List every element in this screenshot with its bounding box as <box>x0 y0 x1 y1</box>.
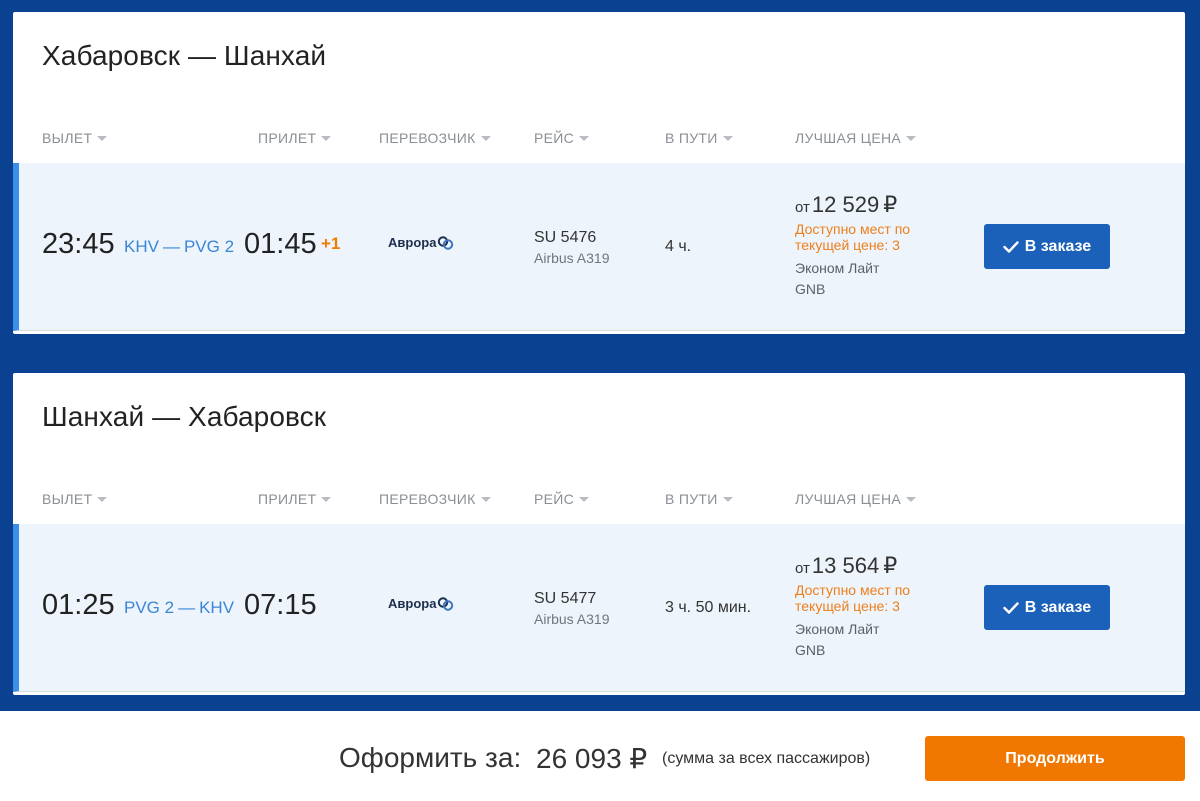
to-airport: PVG 2 <box>183 237 235 256</box>
flight-duration: 4 ч. <box>665 238 692 255</box>
sort-departure[interactable]: ВЫЛЕТ <box>42 130 108 146</box>
sort-flight[interactable]: РЕЙС <box>534 491 590 507</box>
column-label: ЛУЧШАЯ ЦЕНА <box>795 130 902 146</box>
column-label: ВЫЛЕТ <box>42 491 93 507</box>
sort-best-price[interactable]: ЛУЧШАЯ ЦЕНА <box>795 130 917 146</box>
arrival-time: 01:45 <box>244 228 317 260</box>
column-label: ЛУЧШАЯ ЦЕНА <box>795 491 902 507</box>
caret-down-icon <box>480 135 491 141</box>
column-label: РЕЙС <box>534 491 575 507</box>
sort-best-price[interactable]: ЛУЧШАЯ ЦЕНА <box>795 491 917 507</box>
in-order-label: В заказе <box>1024 237 1092 255</box>
departure-time: 01:25 <box>42 589 115 621</box>
flight-duration: 3 ч. 50 мин. <box>665 599 752 616</box>
sort-arrival[interactable]: ПРИЛЕТ <box>258 130 332 146</box>
segment-card-outbound: Хабаровск — Шанхай ВЫЛЕТ ПРИЛЕТ ПЕРЕВОЗЧ… <box>13 12 1185 334</box>
caret-down-icon <box>97 135 108 141</box>
caret-down-icon <box>722 135 733 141</box>
availability-note: Доступно мест по текущей цене: 3 <box>795 582 911 614</box>
availability-note: Доступно мест по текущей цене: 3 <box>795 221 911 253</box>
flight-row[interactable]: 23:45 KHV — PVG 2 01:45 +1 Аврора SU 5476 … <box>13 163 1185 331</box>
price-value: 12 529 <box>811 192 880 217</box>
airline-name: Аврора <box>388 596 437 611</box>
ruble-icon: ₽ <box>883 192 898 217</box>
total-note: (сумма за всех пассажиров) <box>662 750 871 767</box>
total-label: Оформить за: <box>339 742 522 773</box>
aurora-logo-icon <box>438 235 454 250</box>
fare-class: Эконом Лайт <box>795 260 880 276</box>
caret-down-icon <box>321 496 332 502</box>
sort-carrier[interactable]: ПЕРЕВОЗЧИК <box>379 130 491 146</box>
flight-row[interactable]: 01:25 PVG 2— KHV 07:15 Аврора SU 5477 Air… <box>13 524 1185 692</box>
price-line: от13 564 ₽ <box>795 553 965 579</box>
arrival-time: 07:15 <box>244 589 317 621</box>
column-label: В ПУТИ <box>665 491 718 507</box>
caret-down-icon <box>579 135 590 141</box>
column-label: ПРИЛЕТ <box>258 130 317 146</box>
column-label: ПЕРЕВОЗЧИК <box>379 491 476 507</box>
price-block: от13 564 ₽ Доступно мест по текущей цене:… <box>795 553 965 661</box>
price-block: от12 529 ₽ Доступно мест по текущей цене:… <box>795 192 965 300</box>
caret-down-icon <box>906 496 917 502</box>
route-airports: PVG 2— KHV <box>124 598 234 618</box>
sort-arrival[interactable]: ПРИЛЕТ <box>258 491 332 507</box>
caret-down-icon <box>321 135 332 141</box>
price-value: 13 564 <box>811 553 880 578</box>
route-dash: — <box>178 598 196 617</box>
route-airports: KHV — PVG 2 <box>124 237 234 257</box>
caret-down-icon <box>97 496 108 502</box>
ruble-icon: ₽ <box>883 553 898 578</box>
route-dash: — <box>162 237 180 256</box>
in-order-button[interactable]: В заказе <box>984 585 1110 630</box>
sort-departure[interactable]: ВЫЛЕТ <box>42 491 108 507</box>
aircraft-type: Airbus A319 <box>534 250 610 266</box>
aircraft-type: Airbus A319 <box>534 611 610 627</box>
column-label: ВЫЛЕТ <box>42 130 93 146</box>
route-title: Шанхай — Хабаровск <box>42 401 327 432</box>
flight-number: SU 5477 <box>534 590 597 607</box>
check-icon <box>1003 240 1019 253</box>
caret-down-icon <box>722 496 733 502</box>
airline-name: Аврора <box>388 235 437 250</box>
next-day-badge: +1 <box>321 234 341 253</box>
fare-code: GNB <box>795 281 826 297</box>
fare-info: Эконом Лайт GNB <box>795 258 965 300</box>
fare-class: Эконом Лайт <box>795 621 880 637</box>
from-airport: PVG 2 <box>124 598 175 617</box>
from-airport: KHV <box>124 237 159 256</box>
column-label: РЕЙС <box>534 130 575 146</box>
flight-number: SU 5476 <box>534 229 597 246</box>
continue-button[interactable]: Продолжить <box>925 736 1185 781</box>
airline-logo: Аврора <box>388 235 454 250</box>
caret-down-icon <box>579 496 590 502</box>
to-airport: KHV <box>199 598 235 617</box>
airline-logo: Аврора <box>388 596 454 611</box>
sort-flight[interactable]: РЕЙС <box>534 130 590 146</box>
sort-duration[interactable]: В ПУТИ <box>665 491 733 507</box>
sort-carrier[interactable]: ПЕРЕВОЗЧИК <box>379 491 491 507</box>
price-prefix: от <box>795 199 810 216</box>
aurora-logo-icon <box>438 596 454 611</box>
caret-down-icon <box>480 496 491 502</box>
route-title: Хабаровск — Шанхай <box>42 40 327 71</box>
column-label: ПРИЛЕТ <box>258 491 317 507</box>
in-order-button[interactable]: В заказе <box>984 224 1110 269</box>
total-price: 26 093 ₽ <box>536 743 648 774</box>
column-label: ПЕРЕВОЗЧИК <box>379 130 476 146</box>
segment-card-return: Шанхай — Хабаровск ВЫЛЕТ ПРИЛЕТ ПЕРЕВОЗЧ… <box>13 373 1185 695</box>
check-icon <box>1003 601 1019 614</box>
fare-code: GNB <box>795 642 826 658</box>
departure-time: 23:45 <box>42 228 115 260</box>
fare-info: Эконом Лайт GNB <box>795 619 965 661</box>
caret-down-icon <box>906 135 917 141</box>
sort-duration[interactable]: В ПУТИ <box>665 130 733 146</box>
in-order-label: В заказе <box>1024 598 1092 616</box>
column-label: В ПУТИ <box>665 130 718 146</box>
order-footer: Оформить за: 26 093 ₽ (сумма за всех пас… <box>0 711 1200 801</box>
price-line: от12 529 ₽ <box>795 192 965 218</box>
price-prefix: от <box>795 560 810 577</box>
